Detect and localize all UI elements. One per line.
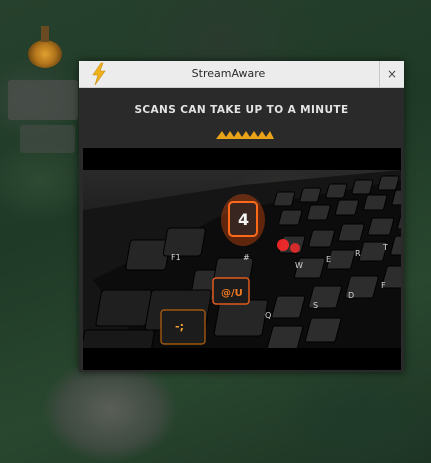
close-button[interactable]: ×	[379, 61, 404, 87]
svg-text:E: E	[326, 255, 331, 264]
keyboard-image: @/U -; 4 W E R T Q S D F F1 #	[83, 170, 401, 348]
stone-wall	[20, 125, 75, 153]
svg-text:D: D	[348, 291, 354, 300]
svg-text:F: F	[381, 281, 386, 290]
svg-text:Q: Q	[265, 311, 271, 320]
svg-text:S: S	[313, 301, 318, 310]
brazier-ornament	[28, 26, 62, 68]
svg-text:#: #	[243, 253, 250, 262]
svg-text:R: R	[355, 249, 361, 258]
svg-text:T: T	[382, 243, 388, 252]
scan-heading: SCANS CAN TAKE UP TO A MINUTE	[134, 104, 349, 116]
streamaware-window: StreamAware × SCANS CAN TAKE UP TO A MIN…	[79, 61, 404, 372]
video-frame: @/U -; 4 W E R T Q S D F F1 #	[83, 170, 401, 348]
svg-text:-;: -;	[175, 320, 184, 333]
window-title: StreamAware	[191, 67, 266, 80]
svg-text:@/U: @/U	[221, 288, 243, 299]
titlebar[interactable]: StreamAware ×	[79, 61, 404, 88]
content-panel: SCANS CAN TAKE UP TO A MINUTE @/U -; 4 W…	[79, 88, 404, 372]
close-icon: ×	[386, 67, 398, 81]
svg-text:4: 4	[238, 210, 249, 229]
video-player[interactable]: @/U -; 4 W E R T Q S D F F1 #	[83, 148, 401, 370]
svg-text:W: W	[295, 261, 303, 270]
svg-text:F1: F1	[171, 253, 181, 262]
stone-wall	[8, 80, 78, 120]
wave-logo-icon	[216, 131, 274, 139]
